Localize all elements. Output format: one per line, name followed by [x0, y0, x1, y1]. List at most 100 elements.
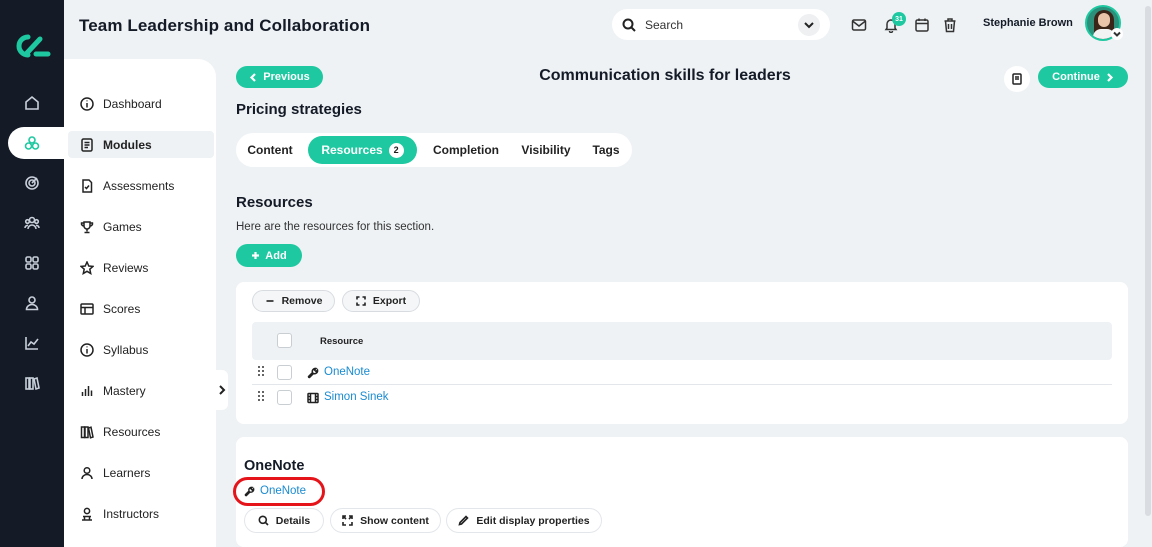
drag-handle-icon[interactable]: [258, 391, 266, 403]
star-icon: [80, 260, 94, 275]
notification-badge: 31: [892, 12, 906, 26]
sidebar-collapse-button[interactable]: [216, 370, 228, 410]
instructor-icon: [82, 507, 92, 521]
tab-completion[interactable]: Completion: [424, 136, 508, 164]
show-content-button[interactable]: Show content: [330, 508, 441, 533]
chart-icon[interactable]: [0, 327, 64, 359]
modules-icon: [0, 127, 64, 159]
detail-title: OneNote: [244, 458, 305, 474]
sidebar-item-learners[interactable]: Learners: [68, 459, 214, 486]
document-icon: [81, 137, 93, 152]
sidebar-item-scores[interactable]: Scores: [68, 295, 214, 322]
add-button[interactable]: Add: [236, 244, 302, 267]
resources-table-panel: Remove Export Resource OneNote Simon Sin…: [236, 282, 1128, 424]
sidebar-item-label: Dashboard: [103, 96, 162, 111]
resource-link[interactable]: Simon Sinek: [324, 391, 389, 403]
target-icon[interactable]: [0, 167, 64, 199]
search-input[interactable]: Search: [645, 18, 798, 32]
sidebar-item-games[interactable]: Games: [68, 213, 214, 240]
resource-detail-panel: OneNote OneNote Details Show content Edi…: [233, 437, 1128, 547]
grid-icon[interactable]: [0, 247, 64, 279]
film-icon: [307, 391, 319, 404]
sidebar-item-label: Syllabus: [103, 342, 149, 357]
pencil-icon: [458, 515, 470, 526]
sidebar-item-label: Games: [103, 219, 142, 234]
select-all-checkbox[interactable]: [277, 333, 292, 348]
search-icon: [258, 515, 269, 526]
sidebar-item-dashboard[interactable]: Dashboard: [68, 90, 214, 117]
drag-handle-icon[interactable]: [258, 366, 266, 378]
sidebar-item-instructors[interactable]: Instructors: [68, 500, 214, 527]
people-icon[interactable]: [0, 207, 64, 239]
tab-resources[interactable]: Resources 2: [308, 136, 417, 164]
tab-count-badge: 2: [388, 142, 404, 158]
sidebar-item-label: Instructors: [103, 506, 160, 521]
user-menu-chevron-icon[interactable]: [1111, 28, 1123, 40]
row-checkbox[interactable]: [277, 390, 292, 405]
row-checkbox[interactable]: [277, 365, 292, 380]
edit-display-properties-button[interactable]: Edit display properties: [446, 508, 602, 533]
detail-resource-link[interactable]: OneNote: [244, 485, 306, 497]
sidebar: Dashboard Modules Assessments Games Revi…: [64, 59, 216, 547]
sidebar-item-syllabus[interactable]: Syllabus: [68, 336, 214, 363]
info-icon: [80, 342, 94, 357]
mail-icon[interactable]: [851, 17, 867, 33]
sidebar-item-label: Resources: [103, 424, 161, 439]
page-scrollbar[interactable]: [1144, 0, 1152, 547]
scrollbar-thumb[interactable]: [1145, 6, 1151, 516]
home-icon[interactable]: [0, 87, 64, 119]
user-icon[interactable]: [0, 287, 64, 319]
remove-button[interactable]: Remove: [252, 290, 335, 312]
rail-item-modules[interactable]: [8, 127, 72, 159]
table-icon: [80, 302, 94, 315]
trash-icon[interactable]: [942, 17, 958, 33]
sidebar-item-reviews[interactable]: Reviews: [68, 254, 214, 281]
resources-description: Here are the resources for this section.: [236, 221, 435, 233]
search-icon: [622, 18, 636, 32]
previous-button[interactable]: Previous: [236, 66, 323, 88]
expand-icon: [342, 515, 353, 526]
chevron-right-icon: [1107, 72, 1113, 82]
wrench-icon: [244, 486, 255, 496]
sidebar-item-label: Reviews: [103, 260, 149, 275]
details-button[interactable]: Details: [244, 508, 324, 533]
books-icon: [80, 425, 94, 439]
tab-content[interactable]: Content: [238, 136, 302, 164]
search-dropdown-button[interactable]: [798, 13, 820, 36]
search-box[interactable]: Search: [612, 9, 830, 40]
sidebar-item-label: Learners: [103, 465, 151, 480]
user-name[interactable]: Stephanie Brown: [983, 17, 1073, 29]
resource-link[interactable]: OneNote: [324, 366, 370, 378]
minus-icon: [266, 300, 274, 302]
app-logo[interactable]: [10, 30, 54, 62]
sidebar-item-label: Assessments: [103, 178, 175, 193]
chevron-right-icon: [219, 385, 226, 395]
chevron-left-icon: [250, 72, 257, 82]
plus-icon: [252, 252, 260, 259]
tab-bar: Content Resources 2 Completion Visibilit…: [236, 133, 632, 167]
sidebar-item-label: Modules: [103, 137, 152, 152]
sidebar-item-mastery[interactable]: Mastery: [68, 377, 214, 404]
continue-button[interactable]: Continue: [1038, 66, 1128, 88]
export-icon: [356, 296, 366, 306]
export-button[interactable]: Export: [342, 290, 420, 312]
person-icon: [81, 466, 93, 479]
trophy-icon: [80, 220, 94, 233]
tab-visibility[interactable]: Visibility: [515, 136, 577, 164]
book-button[interactable]: [1004, 66, 1030, 92]
sidebar-item-label: Scores: [103, 301, 141, 316]
wrench-icon: [307, 366, 319, 379]
sidebar-item-assessments[interactable]: Assessments: [68, 172, 214, 199]
sidebar-item-resources[interactable]: Resources: [68, 418, 214, 445]
file-check-icon: [82, 178, 93, 193]
page-title: Communication skills for leaders: [539, 67, 791, 84]
library-icon[interactable]: [0, 367, 64, 399]
table-header: Resource: [252, 322, 1112, 360]
column-header-resource: Resource: [320, 336, 364, 347]
app-rail: [0, 0, 72, 547]
calendar-icon[interactable]: [914, 17, 930, 33]
app-title: Team Leadership and Collaboration: [79, 16, 371, 35]
info-icon: [80, 96, 94, 111]
tab-tags[interactable]: Tags: [584, 136, 628, 164]
sidebar-item-modules[interactable]: Modules: [68, 131, 214, 158]
